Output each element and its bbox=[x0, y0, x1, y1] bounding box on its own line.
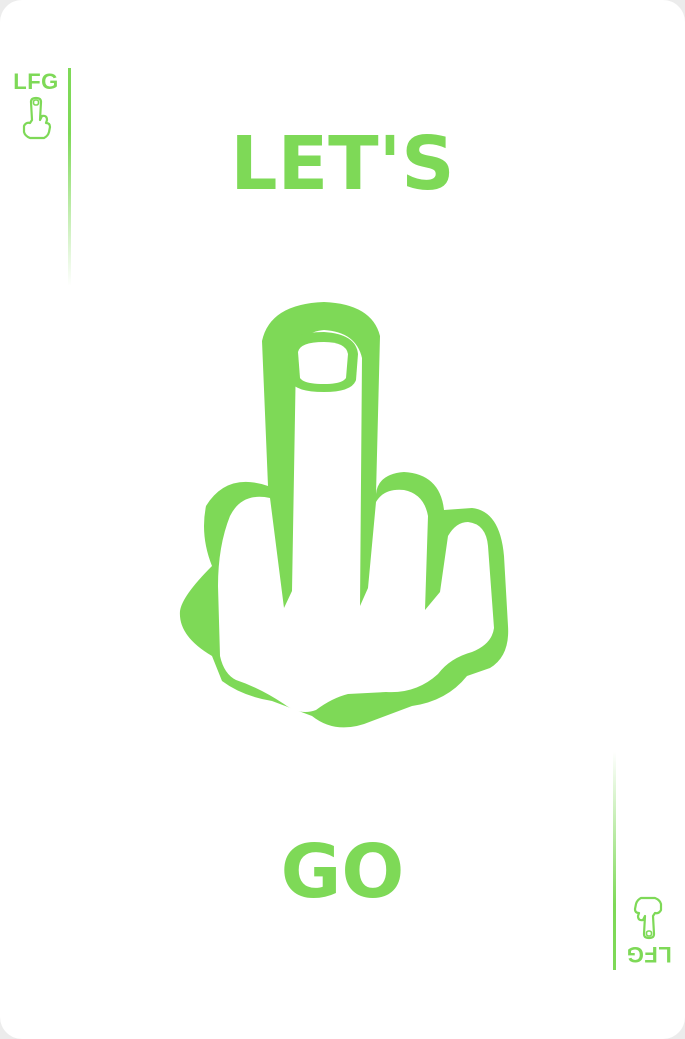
headline-top: LET'S bbox=[230, 121, 455, 207]
corner-label: LFG bbox=[13, 69, 59, 94]
corner-label: LFG bbox=[626, 942, 672, 967]
playing-card: LFG LFG LET'S GO bbox=[0, 0, 685, 1039]
headline-bottom: GO bbox=[280, 829, 405, 915]
middle-finger-hand-icon bbox=[179, 302, 509, 728]
